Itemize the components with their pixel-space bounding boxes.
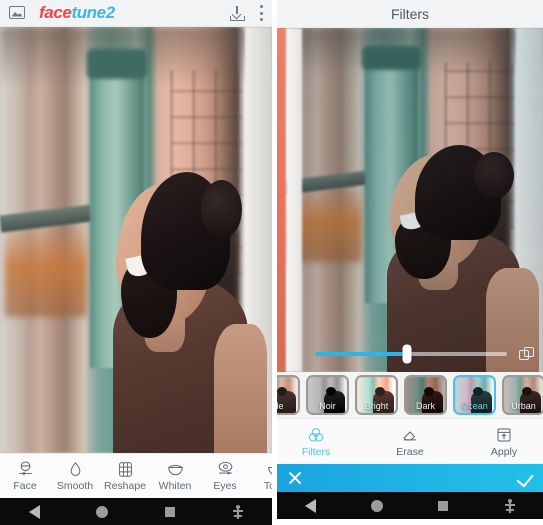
check-icon[interactable] xyxy=(517,470,533,486)
filter-thumb-dark[interactable]: Dark xyxy=(404,375,447,415)
filter-thumb-noir[interactable]: Noir xyxy=(306,375,349,415)
tool-label: Reshape xyxy=(103,480,147,493)
tab-erase[interactable]: Erase xyxy=(384,426,436,458)
editing-toolbar: Face Smooth Reshape Whiten Eyes T xyxy=(0,453,272,498)
tool-reshape[interactable]: Reshape xyxy=(100,454,150,498)
tab-apply[interactable]: Apply xyxy=(478,426,530,458)
eraser-icon xyxy=(401,426,419,444)
photo-subject xyxy=(378,144,539,372)
tool-label: Eyes xyxy=(213,480,237,493)
filter-label: de xyxy=(277,401,284,411)
android-navbar xyxy=(0,498,272,525)
intensity-slider-row xyxy=(277,342,543,366)
tool-label: Whiten xyxy=(158,480,192,493)
tool-face[interactable]: Face xyxy=(0,454,50,498)
nav-home-button[interactable] xyxy=(344,499,411,512)
intensity-slider[interactable] xyxy=(315,344,507,364)
filters-icon xyxy=(307,426,325,444)
grid-icon xyxy=(116,460,135,479)
tool-smooth[interactable]: Smooth xyxy=(50,454,100,498)
adjacent-photo-edge xyxy=(277,28,286,372)
nav-home-button[interactable] xyxy=(68,505,136,518)
photo-subject xyxy=(103,171,268,453)
nav-recents-button[interactable] xyxy=(136,506,204,517)
filter-label: Noir xyxy=(319,401,336,411)
accessibility-icon[interactable] xyxy=(477,498,543,513)
filter-thumb-urban[interactable]: Urban xyxy=(502,375,543,415)
face-icon xyxy=(16,460,35,479)
filter-label: Dark xyxy=(415,401,435,411)
close-icon[interactable] xyxy=(287,470,303,486)
filter-label: Urban xyxy=(511,401,536,411)
photo-canvas[interactable] xyxy=(0,27,272,453)
filters-header: Filters xyxy=(277,0,543,28)
filter-label: Bright xyxy=(364,401,389,411)
tool-eyes[interactable]: Eyes xyxy=(200,454,250,498)
gallery-icon[interactable] xyxy=(9,5,26,21)
filter-thumb-ocean[interactable]: Ocean xyxy=(453,375,496,415)
tab-label: Erase xyxy=(396,445,424,458)
download-icon[interactable] xyxy=(230,5,245,21)
left-phone-screen: facetune2 Face Smooth Reshape Whiten Eye… xyxy=(0,0,272,525)
tab-filters[interactable]: Filters xyxy=(290,426,342,458)
accessibility-icon[interactable] xyxy=(204,504,272,519)
touchup-icon xyxy=(266,460,272,479)
adjacent-photo-edge-light xyxy=(286,28,302,372)
logo-text-tune: tune2 xyxy=(71,3,115,22)
tool-touchup[interactable]: Touc xyxy=(250,454,272,498)
app-header: facetune2 xyxy=(0,0,272,27)
tool-label: Face xyxy=(13,480,37,493)
photo-canvas-filtered[interactable] xyxy=(277,28,543,372)
filters-tabbar: Filters Erase Apply xyxy=(277,418,543,464)
filter-thumb-bright[interactable]: Bright xyxy=(355,375,398,415)
compare-icon[interactable] xyxy=(519,346,535,362)
filter-thumb-fade[interactable]: de xyxy=(277,375,300,415)
logo-text-face: face xyxy=(39,3,72,22)
apply-icon xyxy=(495,426,513,444)
app-header-actions xyxy=(230,5,263,21)
nav-back-button[interactable] xyxy=(0,504,68,519)
tool-label: Touc xyxy=(263,480,272,493)
tool-whiten[interactable]: Whiten xyxy=(150,454,200,498)
droplet-icon xyxy=(66,460,85,479)
right-phone-screen: Filters e Noir Bright Dark Ocean Urban F… xyxy=(277,0,543,525)
filter-label: Ocean xyxy=(461,401,488,411)
slider-thumb[interactable] xyxy=(402,344,412,364)
nav-back-button[interactable] xyxy=(277,498,344,513)
nav-recents-button[interactable] xyxy=(410,500,477,511)
tab-label: Filters xyxy=(301,445,331,458)
confirm-action-bar xyxy=(277,464,543,492)
dual-screenshot: facetune2 Face Smooth Reshape Whiten Eye… xyxy=(0,0,543,525)
eye-icon xyxy=(216,460,235,479)
overflow-menu-icon[interactable] xyxy=(259,5,263,21)
tool-label: Smooth xyxy=(56,480,94,493)
page-title: Filters xyxy=(390,5,430,22)
teeth-icon xyxy=(166,460,185,479)
android-navbar xyxy=(277,492,543,519)
app-logo: facetune2 xyxy=(39,3,115,23)
filter-thumbnail-strip[interactable]: de Noir Bright Dark Ocean Urban xyxy=(277,372,543,418)
tab-label: Apply xyxy=(490,445,518,458)
